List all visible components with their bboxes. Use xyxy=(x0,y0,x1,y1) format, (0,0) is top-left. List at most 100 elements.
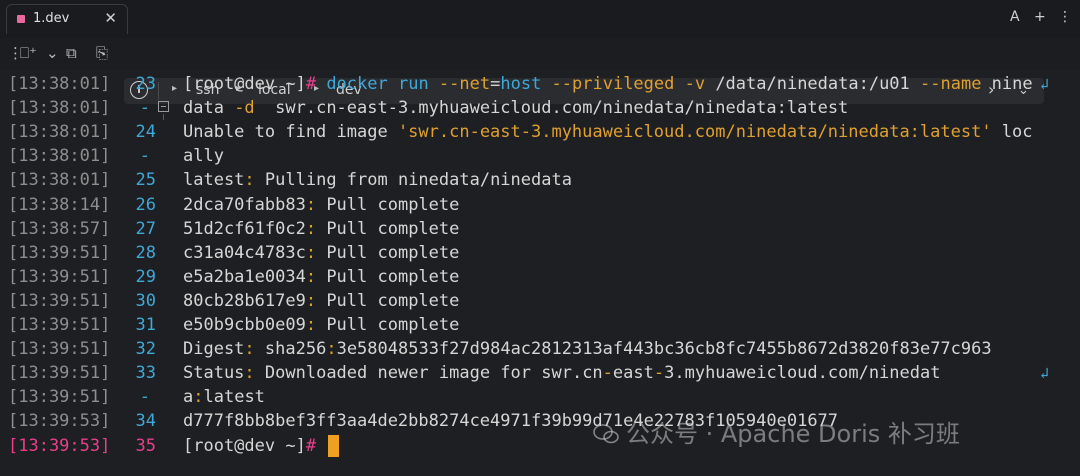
text-segment: Status xyxy=(183,363,245,384)
text-segment: - xyxy=(602,363,613,384)
line-text: a:latest xyxy=(183,385,265,409)
terminal-line: [13:39:51] 28 c31a04c4783c: Pull complete xyxy=(0,241,1080,265)
timestamp: [13:38:01] xyxy=(8,170,111,191)
text-segment: Pull complete xyxy=(316,242,460,263)
text-segment: 80cb28b617e9 xyxy=(183,290,306,311)
line-number: 26 xyxy=(135,194,156,215)
text-segment: Unable to find image xyxy=(183,122,398,143)
text-segment: : xyxy=(244,170,255,191)
text-segment: c31a04c4783c xyxy=(183,242,306,263)
text-segment: Downloaded newer image for swr.cn xyxy=(254,363,603,384)
text-segment: /data/ninedata:/u01 xyxy=(705,74,921,94)
text-segment: 3.myhuaweicloud.com/ninedat xyxy=(664,363,941,384)
tab-bar: 1.dev ✕ A + ⋮ xyxy=(0,0,1080,39)
new-tab-icon[interactable]: + xyxy=(1034,9,1046,25)
terminal-line: [13:39:51] 33 Status: Downloaded newer ima… xyxy=(0,361,1080,385)
timestamp: [13:39:51] xyxy=(8,315,111,335)
timestamp: [13:39:51] xyxy=(8,266,111,287)
text-segment: # xyxy=(305,74,317,94)
line-number: - xyxy=(139,146,150,167)
timestamp: [13:39:51] xyxy=(8,242,111,263)
text-segment: Pull complete xyxy=(316,266,460,287)
duplicate-icon[interactable]: ⎘ xyxy=(96,44,108,62)
line-number: - xyxy=(139,387,150,408)
text-segment: 51d2cf61f0c2 xyxy=(183,218,306,239)
timestamp: [13:38:01] xyxy=(8,146,111,167)
line-text: Unable to find image 'swr.cn-east-3.myhu… xyxy=(183,120,1033,144)
line-number: 31 xyxy=(135,315,156,335)
line-text: ally xyxy=(183,144,224,168)
chat-icon xyxy=(593,424,619,444)
text-segment: : xyxy=(305,266,317,287)
watermark: 公众号 · Apache Doris 补习班 xyxy=(592,414,960,449)
line-text: latest: Pulling from ninedata/ninedata xyxy=(183,168,572,192)
terminal-line: [13:38:14] 26 2dca70fabb83: Pull complete xyxy=(0,193,1080,217)
timestamp: [13:38:57] xyxy=(8,218,111,239)
timestamp: [13:39:51] xyxy=(8,339,111,360)
text-segment: : xyxy=(193,387,204,408)
line-number: 30 xyxy=(135,290,156,311)
text-segment: Digest xyxy=(183,339,245,360)
fold-guide xyxy=(163,114,164,121)
text-segment: Pull complete xyxy=(316,315,460,335)
new-terminal-icon[interactable]: ⎕⁺ xyxy=(20,44,37,62)
text-segment: data xyxy=(183,98,235,119)
text-segment: --privileged -v xyxy=(551,74,706,94)
timestamp: [13:38:14] xyxy=(8,194,111,215)
terminal-line: [13:38:01] 23 [root@dev ~]# docker run --n… xyxy=(0,72,1080,96)
line-number: 23 xyxy=(135,74,156,94)
timestamp: [13:38:01] xyxy=(8,122,111,143)
timestamp: [13:38:01] xyxy=(8,74,111,94)
text-segment: -d xyxy=(234,98,255,119)
text-segment: Pull complete xyxy=(316,218,460,239)
line-text: Digest: sha256:3e58048533f27d984ac281231… xyxy=(183,337,992,361)
line-text: e50b9cbb0e09: Pull complete xyxy=(183,313,459,337)
line-number: 32 xyxy=(135,339,156,360)
terminal-line: [13:39:51] 29 e5a2ba1e0034: Pull complete xyxy=(0,265,1080,289)
terminal-line: [13:38:01] - ally xyxy=(0,144,1080,168)
terminal-line: [13:38:01] 24 Unable to find image 'swr.cn… xyxy=(0,120,1080,144)
terminal-line: [13:39:51] 31 e50b9cbb0e09: Pull complete xyxy=(0,313,1080,337)
timestamp: [13:39:53] xyxy=(8,411,111,432)
line-text: 2dca70fabb83: Pull complete xyxy=(183,193,459,217)
timestamp: [13:39:51] xyxy=(8,290,111,311)
text-segment: : xyxy=(305,194,317,215)
text-segment: : xyxy=(305,218,317,239)
toolbar: ⋮ ⎕⁺ ⌄ ⧉ ⎘ i ▸ ssh ▸ local ▸ dev › ⌄ xyxy=(0,38,1080,104)
fold-toggle-icon[interactable] xyxy=(158,101,169,113)
line-number: 28 xyxy=(135,242,156,263)
text-segment: loc xyxy=(991,122,1033,143)
text-segment: 2dca70fabb83 xyxy=(183,194,306,215)
text-segment: : xyxy=(244,363,255,384)
text-segment: : xyxy=(305,290,317,311)
text-cursor xyxy=(328,434,340,457)
timestamp: [13:39:51] xyxy=(8,363,111,384)
text-segment: - xyxy=(653,363,665,384)
font-size-icon[interactable]: A xyxy=(1010,9,1020,25)
split-pane-icon[interactable]: ⧉ xyxy=(66,44,77,62)
line-text: e5a2ba1e0034: Pull complete xyxy=(183,265,459,289)
text-segment: latest xyxy=(183,170,245,191)
text-segment: Pull complete xyxy=(316,290,460,311)
line-text: [root@dev ~]# docker run --net=host --pr… xyxy=(183,72,1033,96)
dropdown-icon[interactable]: ⌄ xyxy=(46,44,59,62)
line-text: 80cb28b617e9: Pull complete xyxy=(183,289,459,313)
text-segment: [root@dev ~] xyxy=(183,74,306,94)
line-text: Status: Downloaded newer image for swr.c… xyxy=(183,361,940,385)
close-icon[interactable]: ✕ xyxy=(104,9,117,27)
line-number: 27 xyxy=(135,218,156,239)
text-segment: = xyxy=(490,74,501,94)
text-segment xyxy=(316,436,326,456)
text-segment: --name xyxy=(920,74,982,94)
watermark-text: 公众号 · Apache Doris 补习班 xyxy=(626,420,960,448)
text-segment: latest xyxy=(203,387,265,408)
line-number: 25 xyxy=(135,170,156,191)
line-number: 35 xyxy=(135,435,156,456)
terminal-line: [13:39:51] - a:latest xyxy=(0,385,1080,409)
text-segment: : xyxy=(244,339,255,360)
more-menu-icon[interactable]: ⋮ xyxy=(1058,9,1072,25)
text-segment: # xyxy=(305,435,317,456)
tab-1-dev[interactable]: 1.dev ✕ xyxy=(6,4,128,34)
line-text: 51d2cf61f0c2: Pull complete xyxy=(183,217,459,241)
text-segment: : xyxy=(326,339,337,360)
